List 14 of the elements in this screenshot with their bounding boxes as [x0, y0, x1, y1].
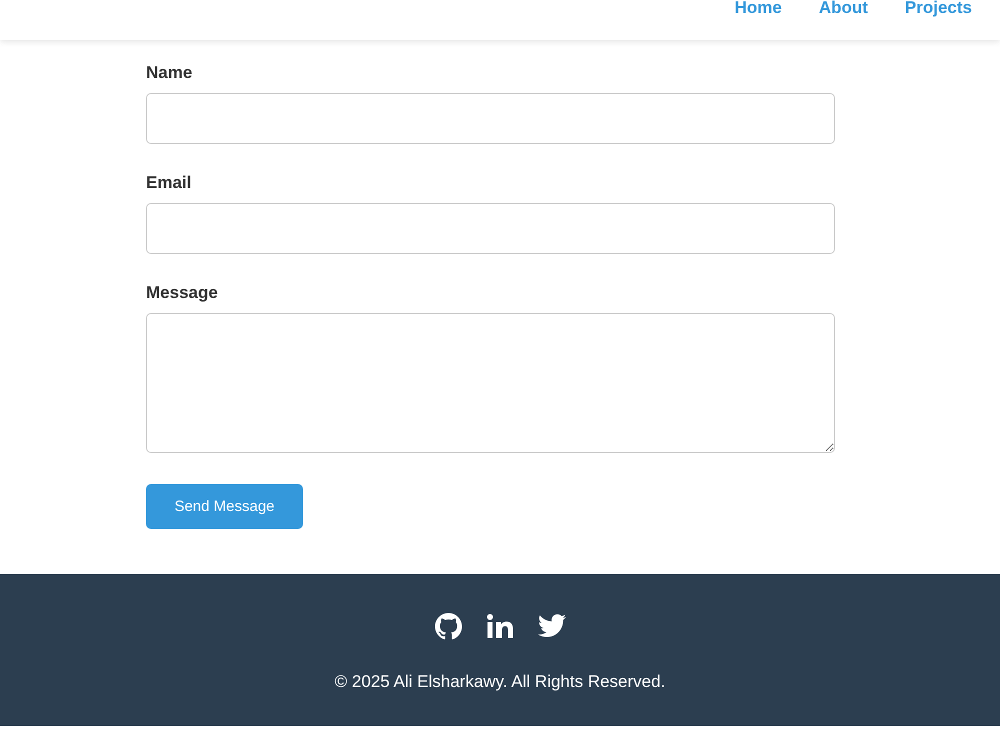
field-label: Email — [146, 173, 192, 193]
message-field[interactable] — [146, 313, 835, 453]
linkedin-icon[interactable] — [486, 614, 512, 638]
input-field[interactable] — [146, 203, 835, 254]
nav-link[interactable]: About — [818, 0, 868, 16]
send-message-button[interactable]: Send Message — [146, 484, 303, 529]
copyright-text: © 2025 Ali Elsharkawy. All Rights Reserved. — [334, 672, 666, 692]
field-label: Name — [146, 63, 192, 83]
field-label: Message — [146, 283, 218, 303]
input-field[interactable] — [146, 93, 835, 144]
twitter-bird-icon[interactable] — [538, 614, 566, 638]
github-icon[interactable] — [434, 612, 462, 640]
nav-link[interactable]: Home — [734, 0, 782, 16]
nav-link[interactable]: Projects — [904, 0, 972, 16]
